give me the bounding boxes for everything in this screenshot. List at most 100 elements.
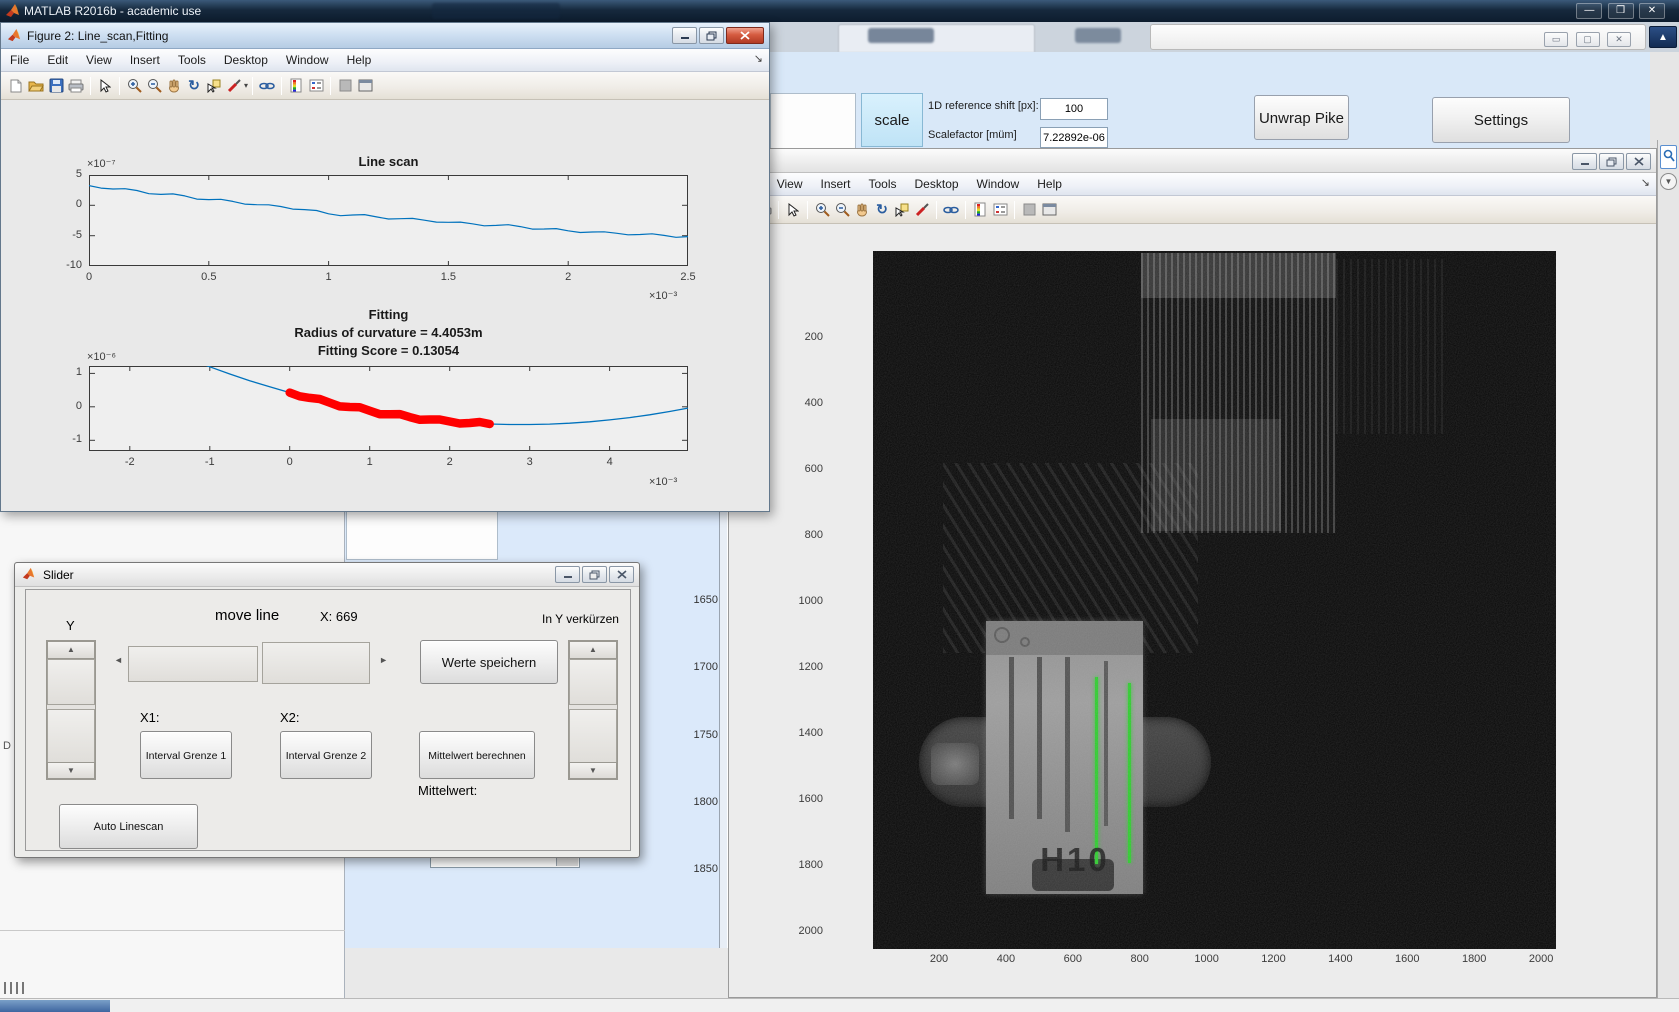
restore-button[interactable] [582, 566, 607, 583]
new-file-icon[interactable] [6, 76, 26, 96]
menu-item[interactable]: Tools [860, 173, 906, 195]
menu-overflow-icon[interactable]: ↘ [1641, 176, 1650, 189]
pan-hand-icon[interactable] [852, 200, 872, 220]
menu-item[interactable]: Help [1028, 173, 1071, 195]
down-arrow-icon[interactable]: ▼ [47, 762, 95, 779]
menu-item[interactable]: Desktop [906, 173, 968, 195]
minimize-button[interactable]: — [1576, 3, 1603, 19]
move-line-slider[interactable]: ◄ ► [114, 642, 388, 684]
maximize-button[interactable] [699, 27, 724, 44]
matlab-logo-icon [6, 4, 19, 17]
menu-item[interactable]: Desktop [215, 49, 277, 71]
link-plot-icon[interactable] [257, 76, 277, 96]
dock-figure-icon[interactable] [355, 76, 375, 96]
toolstrip-collapse-button[interactable]: ▲ [1649, 26, 1677, 48]
ref-shift-input[interactable] [1040, 98, 1108, 120]
save-icon[interactable] [46, 76, 66, 96]
zoom-out-icon[interactable] [832, 200, 852, 220]
dock-toolbar-icon[interactable] [335, 76, 355, 96]
menu-item[interactable]: Insert [811, 173, 859, 195]
link-plot-icon[interactable] [941, 200, 961, 220]
insert-legend-icon[interactable] [306, 76, 326, 96]
figure2-titlebar[interactable]: Figure 2: Line_scan,Fitting [1, 23, 769, 49]
slider-thumb[interactable] [47, 659, 95, 705]
interval-limit1-button[interactable]: Interval Grenze 1 [140, 731, 232, 779]
right-arrow-icon[interactable]: ► [379, 655, 388, 665]
brush-icon[interactable] [912, 200, 932, 220]
zoom-in-icon[interactable] [812, 200, 832, 220]
minimize-button[interactable] [555, 566, 580, 583]
zoom-out-icon[interactable] [144, 76, 164, 96]
close-button[interactable] [726, 27, 764, 44]
close-button[interactable]: ✕ [1639, 3, 1665, 19]
line-scan-plot[interactable] [89, 175, 688, 266]
restore-button[interactable]: ▢ [1575, 32, 1600, 47]
wafer-image[interactable]: H10 [873, 251, 1556, 949]
menu-item[interactable]: Help [338, 49, 381, 71]
slider-titlebar[interactable]: Slider [15, 563, 639, 587]
insert-colorbar-icon[interactable] [286, 76, 306, 96]
restore-button[interactable] [1599, 153, 1624, 170]
close-button[interactable] [1626, 153, 1651, 170]
axis-tick-label: 1.5 [440, 271, 457, 283]
minimize-button[interactable]: ▭ [1544, 32, 1569, 47]
print-icon[interactable] [66, 76, 86, 96]
scalefactor-input[interactable] [1040, 127, 1108, 148]
rotate-3d-icon[interactable]: ↻ [184, 76, 204, 96]
close-button[interactable]: ✕ [1607, 32, 1631, 47]
close-button[interactable] [609, 566, 634, 583]
compute-mean-button[interactable]: Mittelwert berechnen [419, 731, 535, 779]
brush-icon[interactable] [224, 76, 244, 96]
pointer-icon[interactable] [783, 200, 803, 220]
fitting-plot[interactable] [89, 366, 688, 451]
insert-colorbar-icon[interactable] [970, 200, 990, 220]
save-values-button[interactable]: Werte speichern [420, 640, 558, 684]
interval-limit2-button[interactable]: Interval Grenze 2 [280, 731, 372, 779]
slider-thumb[interactable] [47, 709, 95, 763]
rotate-3d-icon[interactable]: ↻ [872, 200, 892, 220]
chevron-down-icon[interactable]: ▼ [1660, 173, 1677, 190]
menu-item[interactable]: View [77, 49, 121, 71]
menu-item[interactable]: Window [277, 49, 338, 71]
slider-thumb[interactable] [128, 646, 258, 682]
slider-thumb[interactable] [262, 642, 370, 684]
up-arrow-icon[interactable]: ▲ [47, 641, 95, 659]
panel-splitter[interactable] [719, 505, 728, 948]
auto-linescan-button[interactable]: Auto Linescan [59, 804, 198, 849]
data-cursor-icon[interactable] [204, 76, 224, 96]
menu-item[interactable]: Tools [169, 49, 215, 71]
pan-hand-icon[interactable] [164, 76, 184, 96]
dock-toolbar-icon[interactable] [1019, 200, 1039, 220]
figure-right-titlebar[interactable]: d [729, 149, 1656, 173]
slider-thumb[interactable] [569, 709, 617, 763]
menu-item[interactable]: View [768, 173, 812, 195]
slider-thumb[interactable] [569, 659, 617, 705]
zoom-in-icon[interactable] [124, 76, 144, 96]
menu-item[interactable]: File [1, 49, 38, 71]
menu-item[interactable]: Edit [38, 49, 77, 71]
pointer-icon[interactable] [95, 76, 115, 96]
search-icon[interactable] [1660, 145, 1677, 169]
left-dock-tab-label[interactable]: D [3, 740, 11, 752]
insert-legend-icon[interactable] [990, 200, 1010, 220]
scale-button[interactable]: scale [861, 93, 923, 147]
menu-item[interactable]: Window [968, 173, 1029, 195]
down-arrow-icon[interactable]: ▼ [569, 762, 617, 779]
data-cursor-icon[interactable] [892, 200, 912, 220]
dock-figure-icon[interactable] [1039, 200, 1059, 220]
restore-button[interactable]: ❒ [1607, 3, 1634, 19]
open-folder-icon[interactable] [26, 76, 46, 96]
inactive-window-controls: ▭ ▢ ✕ [1541, 29, 1631, 47]
unwrap-pike-button[interactable]: Unwrap Pike [1254, 95, 1349, 140]
left-arrow-icon[interactable]: ◄ [114, 655, 123, 665]
menu-item[interactable]: Insert [121, 49, 169, 71]
y-slider[interactable]: ▲ ▼ [46, 640, 96, 780]
minimize-button[interactable] [672, 27, 697, 44]
menu-overflow-icon[interactable]: ↘ [754, 52, 763, 65]
settings-button[interactable]: Settings [1432, 97, 1570, 143]
minimize-button[interactable] [1572, 153, 1597, 170]
brush-dropdown-icon[interactable]: ▾ [244, 81, 248, 90]
resize-grip-icon[interactable] [4, 982, 28, 994]
up-arrow-icon[interactable]: ▲ [569, 641, 617, 659]
shorten-y-slider[interactable]: ▲ ▼ [568, 640, 618, 780]
